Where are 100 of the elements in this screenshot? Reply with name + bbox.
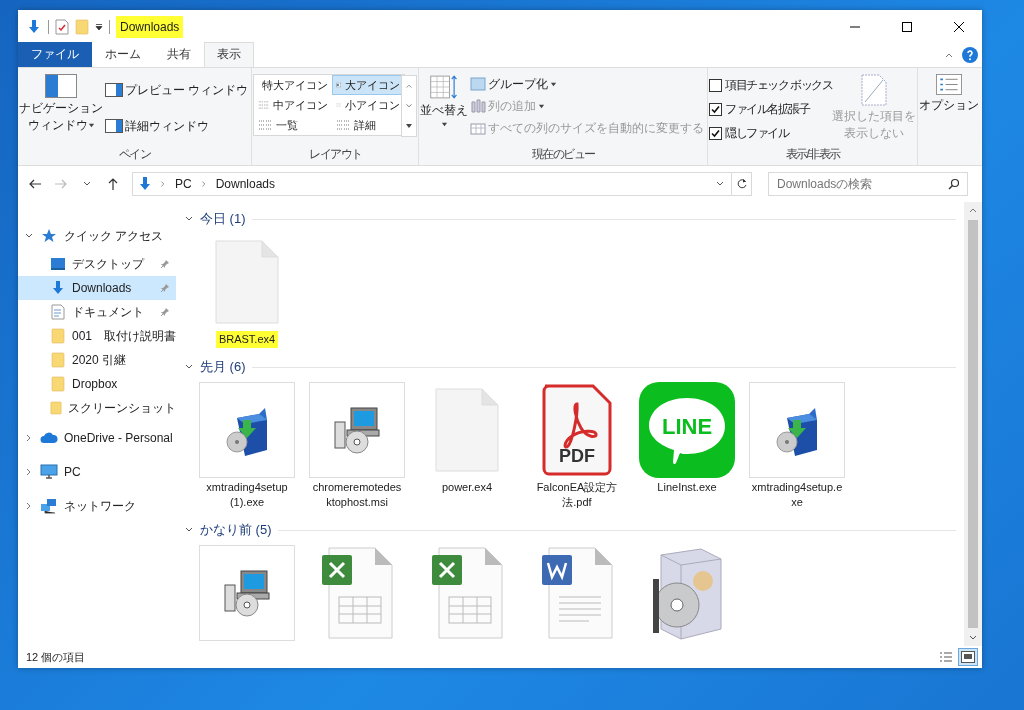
properties-icon[interactable] — [55, 19, 69, 35]
back-arrow-icon — [28, 178, 42, 190]
view-icon — [258, 119, 273, 131]
sidebar-item[interactable]: Dropbox — [18, 372, 176, 396]
navigation-pane-button[interactable]: ナビゲーション ウィンドウ — [19, 72, 103, 145]
item-count: 12 個の項目 — [26, 649, 87, 665]
layout-option[interactable]: 一覧 — [254, 115, 333, 135]
sidebar-item[interactable]: ネットワーク — [18, 490, 176, 522]
sort-button[interactable]: 並べ替え — [420, 72, 469, 145]
group-label: 表示/非表示 — [784, 146, 842, 163]
download-arrow-icon — [137, 176, 153, 192]
sidebar-item[interactable]: OneDrive - Personal — [18, 422, 176, 454]
folder-icon — [50, 352, 66, 368]
speech-bubble-app-icon: LINE — [639, 382, 735, 478]
maximize-icon — [901, 21, 913, 33]
page-icon — [861, 74, 888, 106]
group-header[interactable]: 先月 (6) — [200, 358, 246, 376]
blank-file-icon — [215, 240, 279, 324]
file-name[interactable]: LineInst.exe — [654, 479, 720, 496]
layout-option[interactable]: 小アイコン — [332, 95, 405, 115]
column-icon — [470, 121, 487, 135]
ribbon-tab[interactable]: 表示 — [204, 42, 254, 67]
group-label: ペイン — [117, 146, 152, 163]
checkbox-label: 隠しファイル — [725, 124, 789, 142]
list-view-icon — [939, 651, 953, 663]
spreadsheet-file-icon — [431, 547, 503, 639]
checkbox-label: ファイル名拡張子 — [725, 100, 810, 118]
breadcrumb[interactable]: Downloads — [213, 177, 278, 191]
sidebar-item[interactable]: スクリーンショット — [18, 396, 176, 420]
scroll-up-icon — [405, 82, 414, 90]
layout-option[interactable]: 中アイコン — [254, 95, 333, 115]
sidebar-item[interactable]: Downloads — [18, 276, 176, 300]
address-bar[interactable]: PC Downloads — [132, 172, 752, 196]
group-header[interactable]: かなり前 (5) — [200, 521, 272, 539]
chevron-right-icon — [159, 180, 167, 188]
file-name[interactable]: BRAST.ex4 — [215, 331, 279, 348]
sidebar-item[interactable]: デスクトップ — [18, 252, 176, 276]
sidebar-item[interactable]: 001 取付け説明書 — [18, 324, 176, 348]
checkbox[interactable] — [709, 126, 723, 140]
network-icon — [40, 498, 58, 514]
file-name[interactable]: chromeremotedesktophost.msi — [308, 479, 406, 511]
pane-icon — [105, 83, 123, 97]
blank-file-icon — [435, 388, 499, 472]
file-name[interactable]: power.ex4 — [438, 479, 496, 496]
star-icon — [40, 228, 58, 244]
chevron-right-icon — [199, 180, 208, 188]
options-button[interactable]: オプション — [919, 72, 980, 165]
caret-icon — [87, 122, 95, 129]
pdf-file-icon: PDF — [541, 384, 613, 476]
scrollbar-thumb[interactable] — [968, 220, 978, 628]
pane-icon — [105, 119, 123, 133]
preview-pane-button[interactable]: プレビュー ウィンドウ — [103, 80, 251, 100]
view-command[interactable]: グループ化 — [468, 74, 707, 94]
ribbon-tab[interactable]: ホーム — [92, 42, 154, 67]
large-icons-view-button[interactable] — [958, 648, 978, 666]
checkbox[interactable] — [709, 102, 723, 116]
document-icon — [50, 304, 66, 320]
close-icon — [953, 21, 965, 33]
file-name[interactable]: xmtrading4setup.exe — [748, 479, 846, 511]
file-menu-tab[interactable]: ファイル — [18, 42, 92, 67]
file-name[interactable]: FalconEA設定方法.pdf — [528, 479, 626, 511]
breadcrumb[interactable]: PC — [173, 177, 194, 191]
ribbon-tab[interactable]: 共有 — [154, 42, 204, 67]
help-icon[interactable] — [962, 47, 978, 63]
pc-icon — [40, 464, 58, 480]
sidebar-item[interactable]: ドキュメント — [18, 300, 176, 324]
view-icon — [336, 79, 342, 91]
sort-icon — [430, 74, 459, 100]
column-icon — [470, 99, 487, 113]
sidebar-item[interactable]: 2020 引継 — [18, 348, 176, 372]
file-name[interactable]: xmtrading4setup (1).exe — [198, 479, 296, 511]
expand-icon — [405, 122, 414, 130]
caret-icon — [440, 121, 448, 128]
sidebar-item[interactable]: PC — [18, 456, 176, 488]
large-icons-view-icon — [961, 651, 975, 663]
search-field[interactable]: Downloadsの検索 — [768, 172, 968, 196]
download-arrow-icon[interactable] — [26, 19, 42, 35]
folder-icon — [50, 328, 66, 344]
forward-arrow-icon — [54, 178, 68, 190]
navigation-pane-icon — [45, 74, 77, 98]
sidebar-item[interactable]: クイック アクセス — [18, 220, 176, 252]
checkbox[interactable] — [709, 78, 723, 92]
cloud-icon — [40, 430, 58, 446]
group-label: 現在のビュー — [530, 146, 596, 163]
group-header[interactable]: 今日 (1) — [200, 210, 246, 228]
folder-icon — [50, 400, 62, 416]
window-title: Downloads — [116, 16, 184, 38]
scrollbar[interactable] — [964, 202, 982, 646]
column-icon — [470, 77, 487, 91]
layout-option[interactable]: 詳細 — [332, 115, 405, 135]
document-file-icon — [541, 547, 613, 639]
caret-icon[interactable] — [95, 23, 103, 31]
scroll-down-icon — [405, 102, 414, 110]
search-icon[interactable] — [948, 178, 960, 190]
up-arrow-icon — [107, 177, 119, 191]
computer-disc-icon — [223, 567, 271, 619]
details-pane-button[interactable]: 詳細ウィンドウ — [103, 116, 251, 136]
options-list-icon — [936, 74, 963, 95]
desktop-icon — [50, 256, 66, 272]
layout-option[interactable]: 特大アイコン — [254, 75, 333, 95]
